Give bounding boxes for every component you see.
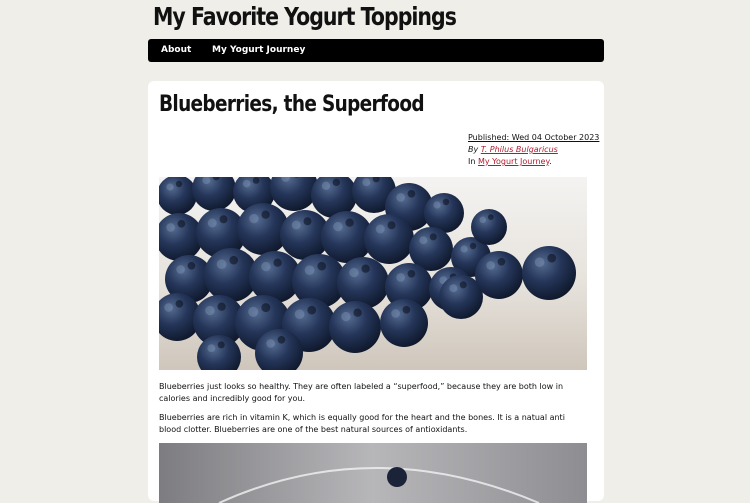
published-date: Published: Wed 04 October 2023 (468, 133, 600, 142)
main-nav: About My Yogurt Journey (148, 39, 604, 62)
nav-link-about[interactable]: About (161, 39, 191, 62)
in-suffix: . (549, 157, 552, 166)
paragraph-2: Blueberries are rich in vitamin K, which… (159, 413, 565, 434)
blueberries-photo (159, 177, 587, 370)
paragraph-1: Blueberries just looks so healthy. They … (159, 382, 564, 403)
nav-link-my-yogurt-journey[interactable]: My Yogurt Journey (212, 39, 305, 62)
yogurt-bowl-photo (159, 443, 587, 503)
by-label: By (468, 145, 481, 154)
post-title: Blueberries, the Superfood (159, 92, 425, 117)
site-title[interactable]: My Favorite Yogurt Toppings (153, 2, 457, 31)
author-link[interactable]: T. Philus Bulgaricus (481, 145, 558, 154)
category-link[interactable]: My Yogurt Journey (478, 157, 549, 166)
in-label: In (468, 157, 478, 166)
post-meta: Published: Wed 04 October 2023 By T. Phi… (468, 132, 599, 168)
